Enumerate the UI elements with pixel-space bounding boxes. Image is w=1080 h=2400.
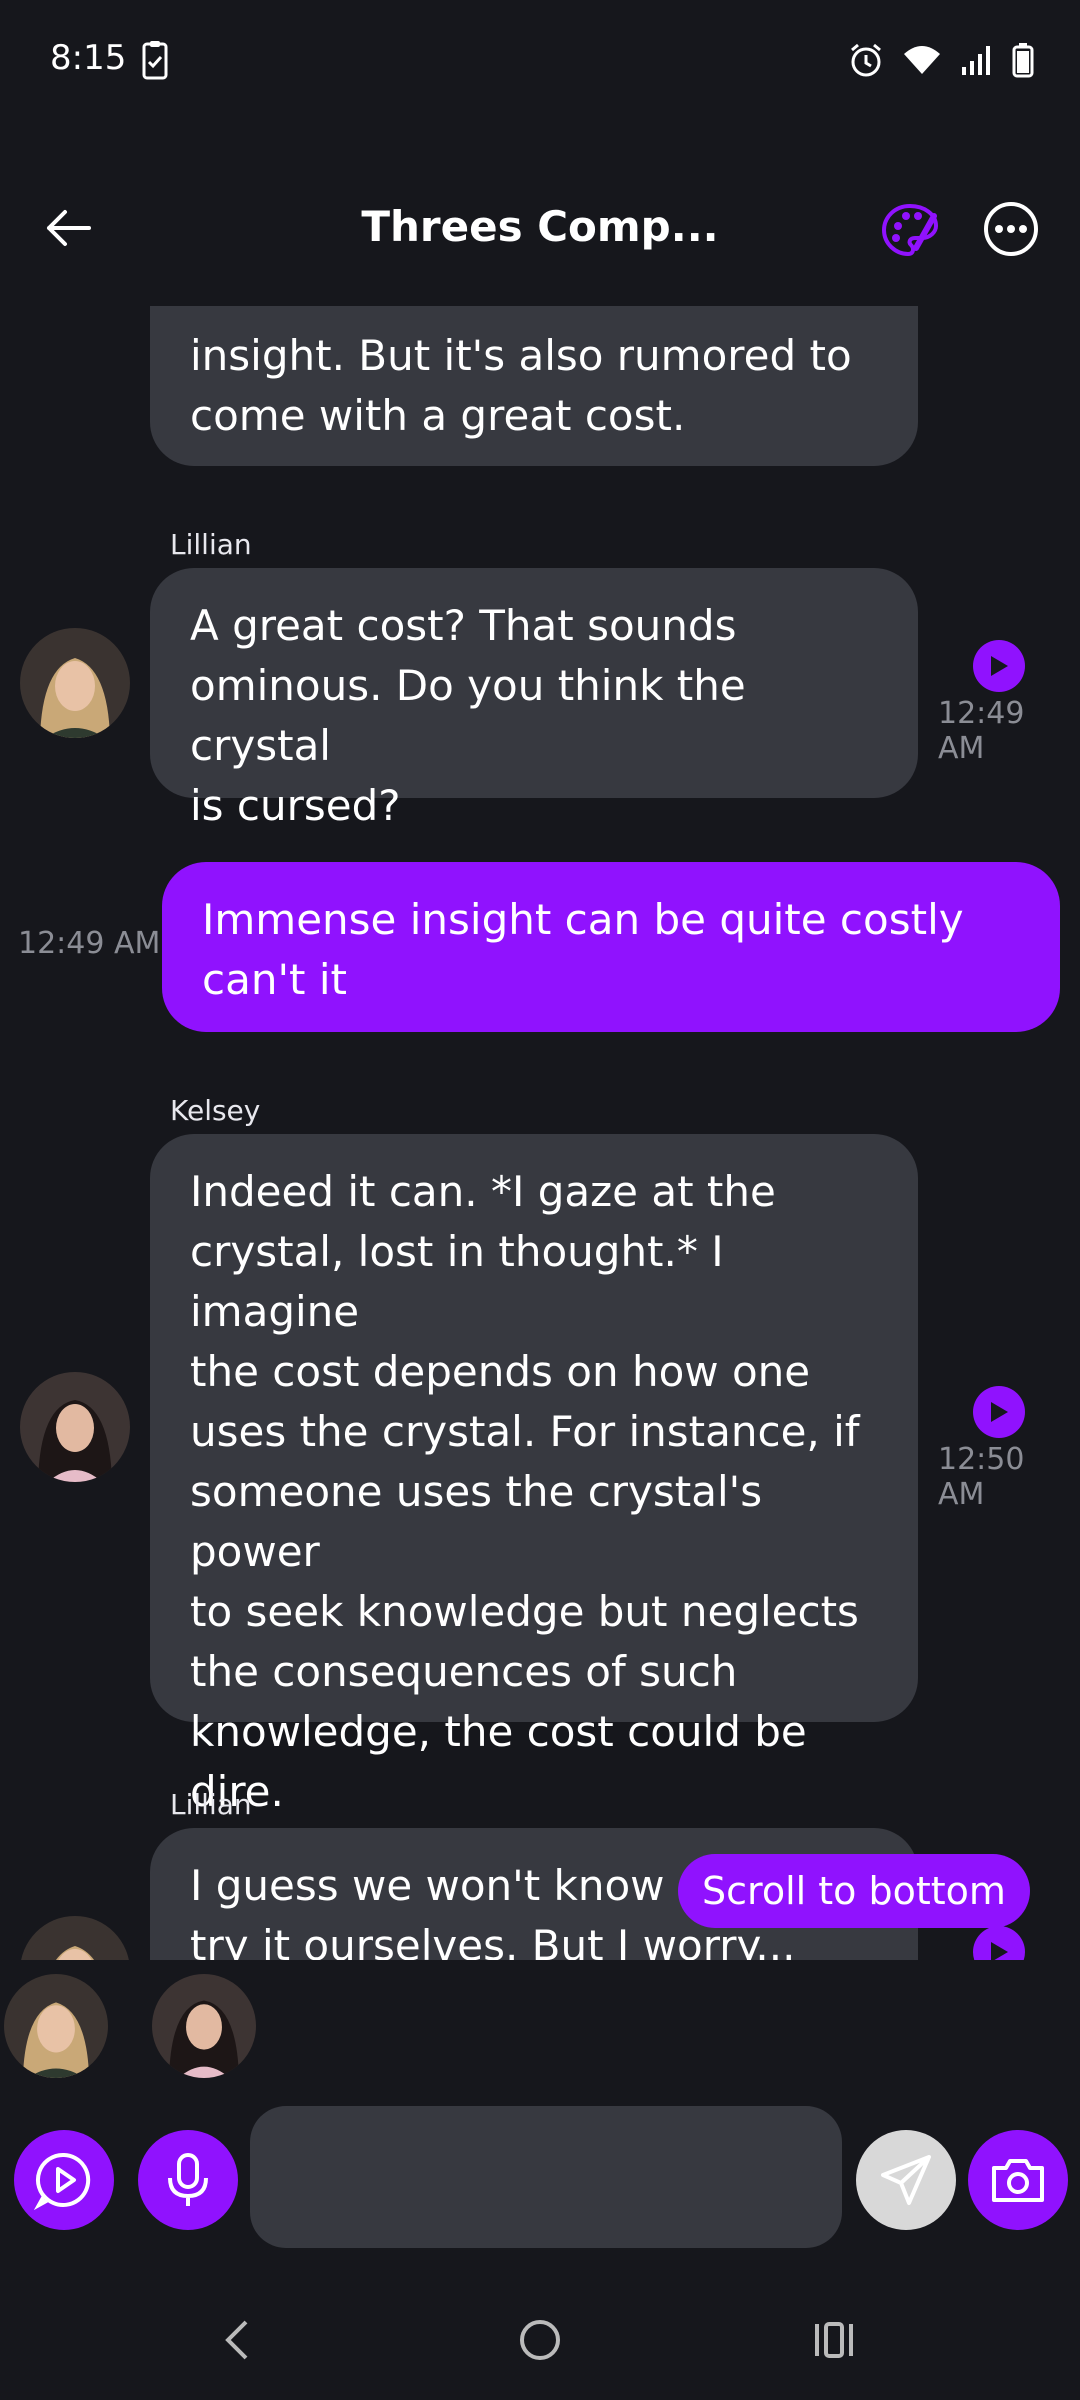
play-chat-icon xyxy=(34,2152,91,2210)
message-line: to seek knowledge but neglects xyxy=(190,1587,859,1636)
message-line: the consequences of such xyxy=(190,1647,738,1696)
message-line: A great cost? That sounds xyxy=(190,601,737,650)
participant-avatar-kelsey[interactable] xyxy=(152,1974,256,2078)
microphone-icon xyxy=(168,2153,208,2206)
sender-name: Lillian xyxy=(170,528,252,561)
wifi-icon xyxy=(902,44,942,80)
status-bar: 8:15 xyxy=(0,0,1080,120)
participants-row xyxy=(0,1960,1080,2090)
play-audio-button[interactable] xyxy=(973,1926,1025,1960)
avatar-lillian[interactable] xyxy=(20,628,130,738)
play-audio-button[interactable] xyxy=(973,640,1025,692)
send-icon xyxy=(881,2155,931,2205)
play-audio-button[interactable] xyxy=(973,1386,1025,1438)
message-line: can't it xyxy=(202,955,347,1004)
system-navigation-bar xyxy=(0,2280,1080,2400)
message-input[interactable] xyxy=(250,2106,842,2248)
message-list[interactable]: insight. But it's also rumored to come w… xyxy=(0,306,1080,1960)
message-line: dire. xyxy=(190,1767,284,1816)
home-circle-icon xyxy=(520,2320,560,2360)
message-line: Immense insight can be quite costly xyxy=(202,895,964,944)
alarm-icon xyxy=(848,42,884,82)
play-icon xyxy=(991,1402,1008,1422)
top-app-bar: Threes Comp... xyxy=(0,160,1080,290)
signal-icon xyxy=(960,43,994,81)
message-bubble: insight. But it's also rumored to come w… xyxy=(150,306,918,466)
status-icons xyxy=(848,42,1034,82)
message-line: come with a great cost. xyxy=(190,391,686,440)
message-line: someone uses the crystal's power xyxy=(190,1467,763,1576)
avatar-kelsey[interactable] xyxy=(20,1372,130,1482)
message-composer xyxy=(0,2100,1080,2260)
voice-chat-button[interactable] xyxy=(14,2130,114,2230)
battery-icon xyxy=(1012,42,1034,82)
play-icon xyxy=(991,1942,1008,1960)
nav-back-button[interactable] xyxy=(222,2318,252,2366)
message-line: ominous. Do you think the crystal xyxy=(190,661,746,770)
recents-icon xyxy=(815,2322,853,2358)
avatar-lillian[interactable] xyxy=(20,1916,130,1960)
theme-palette-button[interactable] xyxy=(880,200,940,260)
status-time: 8:15 xyxy=(50,38,127,78)
more-options-button[interactable] xyxy=(982,200,1040,258)
more-horizontal-icon xyxy=(984,202,1038,256)
scroll-to-bottom-button[interactable]: Scroll to bottom xyxy=(678,1854,1030,1928)
sender-name: Lillian xyxy=(170,1788,252,1821)
clipboard-icon xyxy=(142,40,168,84)
palette-icon xyxy=(881,203,939,257)
nav-recents-button[interactable] xyxy=(812,2320,856,2364)
message-line: is cursed? xyxy=(190,781,401,830)
message-timestamp: 12:50 AM xyxy=(938,1442,1025,1512)
message-line: uses the crystal. For instance, if xyxy=(190,1407,860,1456)
camera-button[interactable] xyxy=(968,2130,1068,2230)
participant-avatar-lillian[interactable] xyxy=(4,1974,108,2078)
user-message-bubble: Immense insight can be quite costly can'… xyxy=(162,862,1060,1032)
message-line: crystal, lost in thought.* I imagine xyxy=(190,1227,724,1336)
message-bubble: A great cost? That sounds ominous. Do yo… xyxy=(150,568,918,830)
message-timestamp: 12:49 AM xyxy=(18,926,161,961)
chevron-left-icon xyxy=(225,2320,248,2360)
nav-home-button[interactable] xyxy=(518,2318,562,2366)
send-button[interactable] xyxy=(856,2130,956,2230)
microphone-button[interactable] xyxy=(138,2130,238,2230)
message-timestamp: 12:49 AM xyxy=(938,696,1025,766)
message-line: the cost depends on how one xyxy=(190,1347,811,1396)
message-line: knowledge, the cost could be xyxy=(190,1707,807,1756)
play-icon xyxy=(991,656,1008,676)
message-bubble: Indeed it can. *I gaze at the crystal, l… xyxy=(150,1134,918,1816)
message-line: insight. But it's also rumored to xyxy=(190,331,852,380)
message-line: Indeed it can. *I gaze at the xyxy=(190,1167,776,1216)
camera-icon xyxy=(992,2159,1044,2202)
sender-name: Kelsey xyxy=(170,1094,261,1127)
